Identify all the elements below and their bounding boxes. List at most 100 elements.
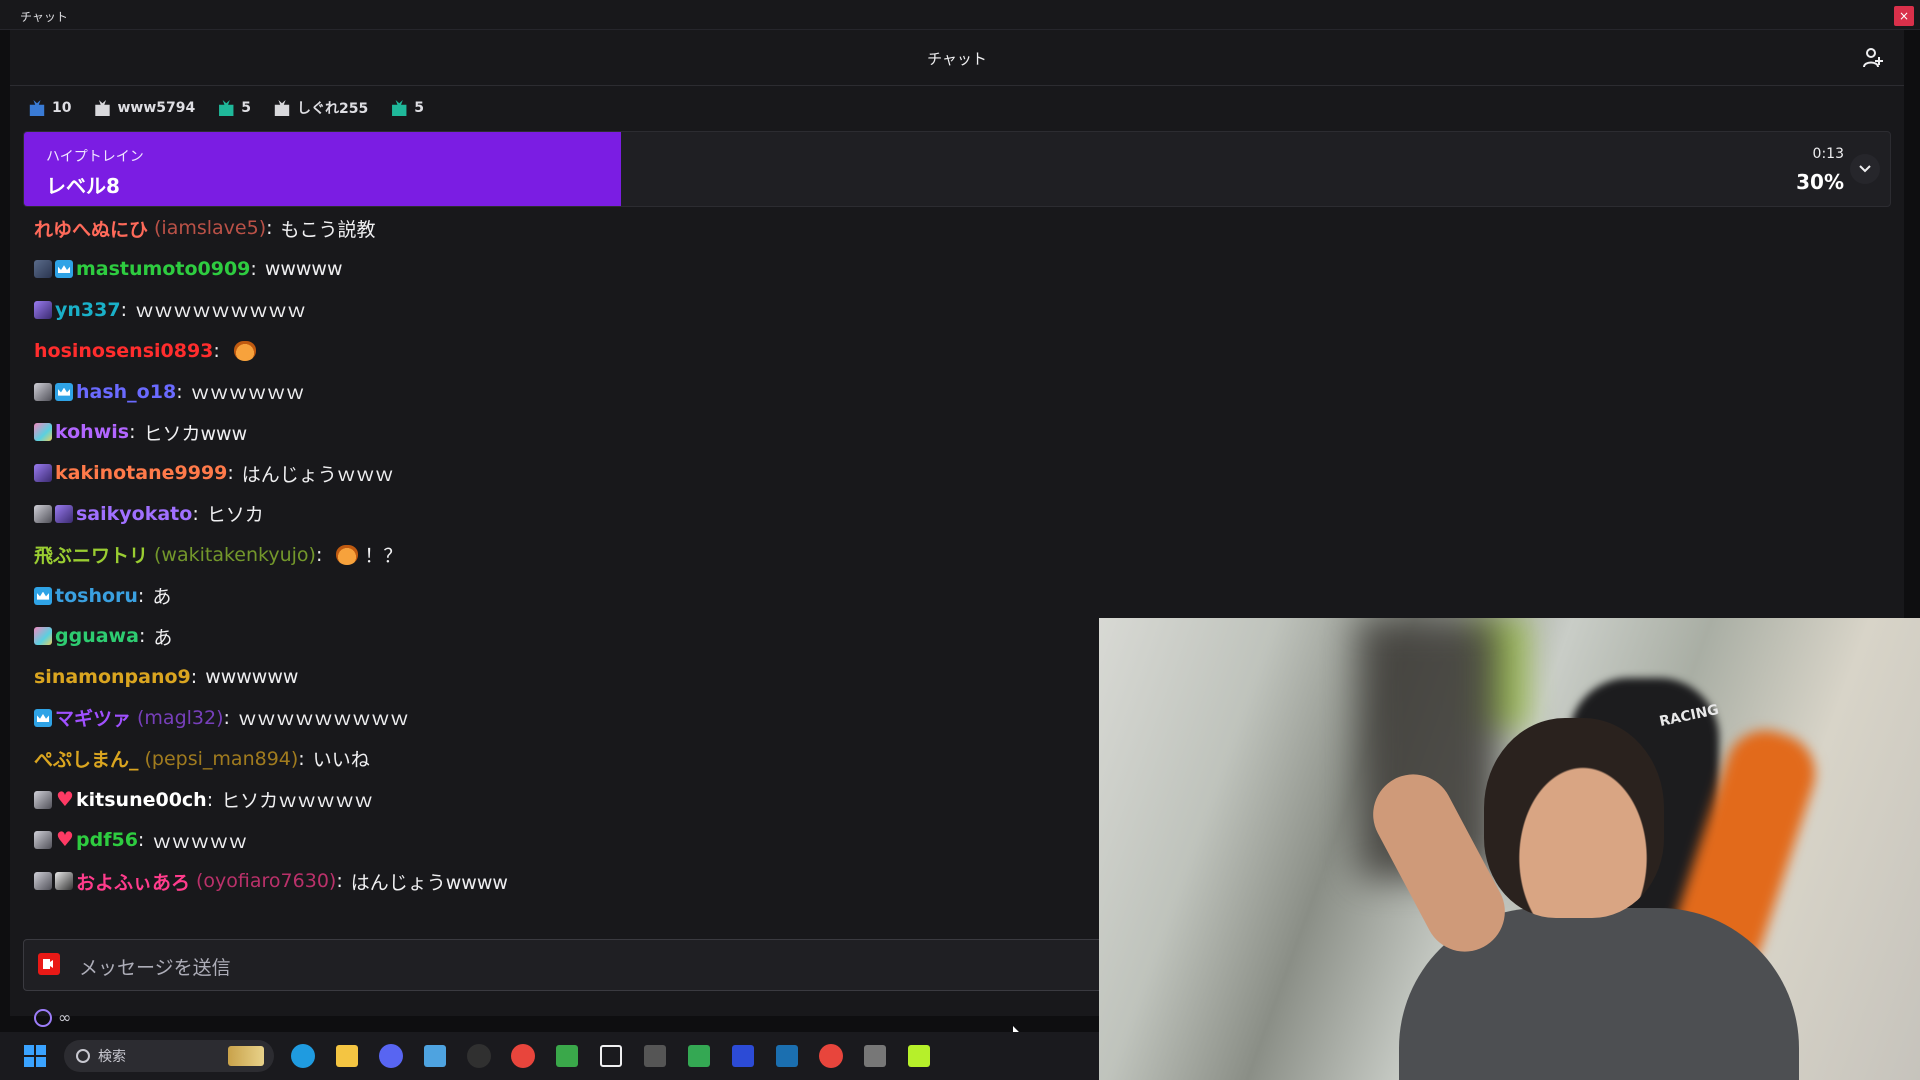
windows-logo-icon [24,1045,46,1067]
camera-icon[interactable] [38,953,60,975]
chat-login[interactable]: (magl32) [137,707,224,729]
ava-badge-icon[interactable] [34,790,52,809]
message-separator: : [298,747,305,770]
drive-taskbar-button[interactable] [684,1041,714,1071]
chat-message: sinamonpano9: wwwwww [34,657,1094,698]
heart-badge-icon[interactable] [55,787,74,811]
chat-username[interactable]: sinamonpano9 [34,666,191,688]
taskbar-search[interactable]: 検索 [64,1040,274,1072]
chat-input[interactable]: メッセージを送信 [23,939,1143,991]
prime-badge-icon[interactable] [55,382,73,401]
chevron-down-icon[interactable] [1850,154,1880,184]
chat-message-text: はんじょうwwww [350,871,508,894]
chat-message: mastumoto0909: wwwww [34,249,1094,290]
users-list-icon[interactable] [1862,46,1886,70]
chat-username[interactable]: yn337 [55,299,121,321]
keyboard-taskbar-button[interactable] [640,1041,670,1071]
badge-group [34,464,52,483]
gift-box-icon [274,100,290,116]
ava-badge-icon[interactable] [34,872,52,891]
chrome-taskbar-button[interactable] [816,1041,846,1071]
ava-badge-icon[interactable] [34,504,52,523]
hype-train-label: ハイプトレイン [46,149,144,165]
chat-message: gguawa: あ [34,616,1094,657]
message-separator: : [192,502,199,525]
channel-points[interactable]: ∞ [34,1008,71,1027]
chrome-taskbar-button[interactable] [508,1041,538,1071]
folder-taskbar-button[interactable] [332,1041,362,1071]
gift-badge-icon[interactable] [55,504,73,523]
chat-username[interactable]: マギツァ [55,704,131,731]
gift-entry: www5794 [93,100,195,116]
chat-username[interactable]: kakinotane9999 [55,462,227,484]
message-separator: : [120,298,127,321]
gift-icon-teal [392,100,407,116]
badge-group [34,586,52,605]
x-taskbar-button[interactable] [596,1041,626,1071]
chat-username[interactable]: pdf56 [76,829,138,851]
ava-badge-icon[interactable] [34,382,52,401]
chat-login[interactable]: (wakitakenkyujo) [154,544,316,566]
chat-username[interactable]: gguawa [55,625,139,647]
chat-message-text: ！？ [364,545,403,568]
gift-badge-icon[interactable] [34,464,52,483]
play-taskbar-button[interactable] [904,1041,934,1071]
chat-username[interactable]: mastumoto0909 [76,258,250,280]
chat-message-text: あ [152,586,172,609]
chat-message-text: wwwww [264,258,343,281]
search-highlight-icon [228,1046,264,1066]
bw-badge-icon[interactable] [55,872,73,891]
message-separator: : [138,625,146,648]
chat-message: ぺぷしまん_ (pepsi_man894): いいね [34,738,1094,779]
prime-badge-icon[interactable] [55,260,73,279]
gift-badge-icon[interactable] [34,300,52,319]
chat-message: pdf56: ｗｗｗｗｗ [34,820,1094,861]
edge-taskbar-button[interactable] [288,1041,318,1071]
prime-badge-icon[interactable] [34,586,52,605]
chat-username[interactable]: hash_o18 [76,381,176,403]
notepad-taskbar-button[interactable] [420,1041,450,1071]
chat-username[interactable]: ぺぷしまん_ [34,745,139,772]
sub-badge-icon[interactable] [34,260,52,279]
chat-username[interactable]: およふぃあろ [76,868,190,895]
chat-login[interactable]: (oyofiaro7630) [196,870,336,892]
hype-train-banner[interactable]: ハイプトレイン レベル8 0:13 30% [23,131,1891,207]
chat-username[interactable]: 飛ぶニワトリ [34,541,148,568]
message-separator: : [223,706,230,729]
hype-train-level: レベル8 [46,174,120,198]
steam-taskbar-button[interactable] [772,1041,802,1071]
chat-username[interactable]: toshoru [55,585,138,607]
steam-icon [776,1045,798,1067]
ava-badge-icon[interactable] [34,831,52,850]
chat-username[interactable]: kohwis [55,421,129,443]
title-bar: チャット × [0,0,1920,30]
fox-emote[interactable] [233,340,256,361]
fox-emote[interactable] [336,544,359,565]
close-window-button[interactable]: × [1894,6,1914,26]
monitor-taskbar-button[interactable] [728,1041,758,1071]
edge-icon [291,1044,315,1068]
message-separator: : [266,217,273,240]
art-badge-icon[interactable] [34,423,52,442]
chat-login[interactable]: (pepsi_man894) [145,748,299,770]
minecraft-taskbar-button[interactable] [552,1041,582,1071]
obs-taskbar-button[interactable] [464,1041,494,1071]
chat-username[interactable]: hosinosensi0893 [34,340,213,362]
streamer-head [1484,718,1664,918]
unc-taskbar-button[interactable] [860,1041,890,1071]
chat-username[interactable]: れゆへぬにひ [34,215,148,242]
start-button[interactable] [20,1041,50,1071]
chat-message: 飛ぶニワトリ (wakitakenkyujo): ！？ [34,534,1094,575]
folder-icon [336,1045,358,1067]
x-icon [600,1045,622,1067]
badge-group [34,300,52,319]
chat-login[interactable]: (iamslave5) [154,217,266,239]
heart-badge-icon[interactable] [55,827,74,851]
chat-username[interactable]: kitsune00ch [76,789,207,811]
gift-icon-blue [29,100,45,116]
discord-taskbar-button[interactable] [376,1041,406,1071]
art-badge-icon[interactable] [34,627,52,646]
chat-username[interactable]: saikyokato [76,503,192,525]
prime-badge-icon[interactable] [34,708,52,727]
monitor-icon [732,1045,754,1067]
